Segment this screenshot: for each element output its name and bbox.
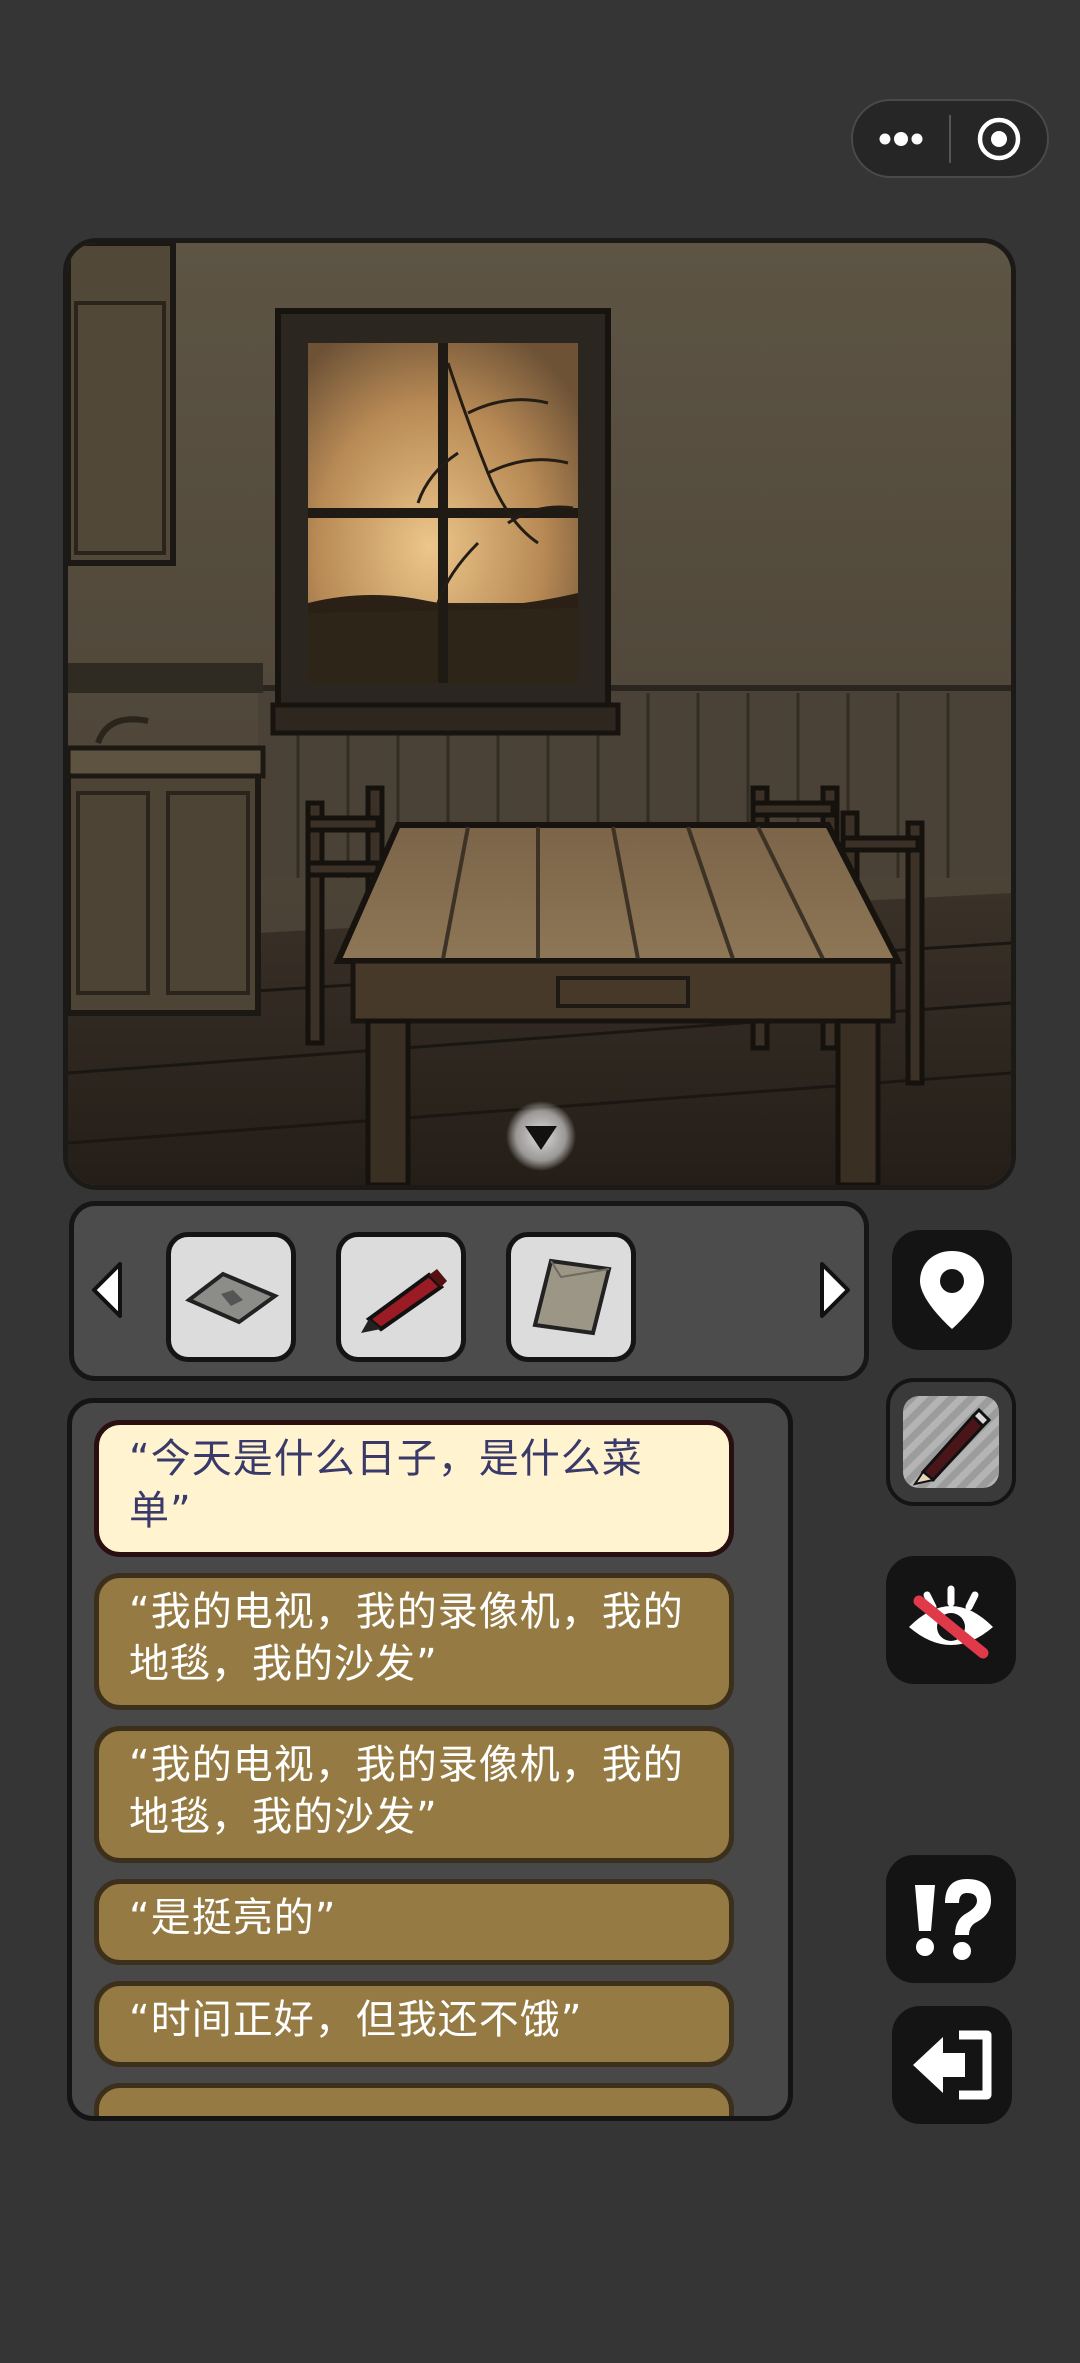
pen-icon <box>361 1269 447 1333</box>
notes-button[interactable] <box>886 1378 1016 1506</box>
pencil-icon <box>903 1396 999 1488</box>
paper-icon <box>532 1258 612 1336</box>
map-button[interactable] <box>892 1230 1012 1350</box>
tile-icon <box>185 1271 280 1325</box>
hide-view-button[interactable] <box>886 1556 1016 1684</box>
exit-button[interactable] <box>892 2006 1012 2124</box>
dialogue-option-text: “今天是什么日子，是什么菜单” <box>129 1436 643 1534</box>
inventory-bar <box>69 1201 869 1381</box>
close-button[interactable] <box>951 101 1047 176</box>
target-circle-icon <box>977 117 1021 160</box>
dialogue-option-text: “我的电视，我的录像机，我的地毯，我的沙发” <box>129 1742 684 1840</box>
scene-toggle-button[interactable] <box>505 1100 577 1172</box>
arrow-left-icon <box>92 1262 122 1318</box>
dialogue-option-3[interactable]: “我的电视，我的录像机，我的地毯，我的沙发” <box>94 1726 734 1863</box>
exit-icon <box>913 2030 992 2100</box>
triangle-down-icon <box>506 1101 576 1171</box>
dialogue-option-text: “我的电视，我的录像机，我的地毯，我的沙发” <box>129 1589 684 1687</box>
dialogue-option-4[interactable]: “是挺亮的” <box>94 1879 734 1965</box>
inventory-slot-1[interactable] <box>166 1232 296 1362</box>
mini-program-capsule <box>851 99 1049 178</box>
arrow-right-icon <box>820 1262 850 1318</box>
inventory-next-button[interactable] <box>814 1258 854 1322</box>
kitchen-scene <box>68 243 1011 1185</box>
dialogue-options-panel: “今天是什么日子，是什么菜单” “我的电视，我的录像机，我的地毯，我的沙发” “… <box>67 1398 793 2121</box>
eye-crossed-icon <box>909 1585 993 1659</box>
dialogue-option-text: “时间正好，但我还不饿” <box>129 1997 583 2043</box>
hint-button[interactable] <box>886 1855 1016 1983</box>
dialogue-option-6[interactable] <box>94 2083 734 2116</box>
dialogue-option-2[interactable]: “我的电视，我的录像机，我的地毯，我的沙发” <box>94 1573 734 1710</box>
dialogue-option-text: “是挺亮的” <box>129 1895 337 1941</box>
map-pin-icon <box>920 1251 984 1329</box>
dialogue-option-1[interactable]: “今天是什么日子，是什么菜单” <box>94 1420 734 1557</box>
more-dots-icon <box>879 131 923 146</box>
inventory-slot-3[interactable] <box>506 1232 636 1362</box>
scene-view[interactable] <box>63 238 1016 1190</box>
hint-icon <box>915 1879 991 1960</box>
more-button[interactable] <box>853 101 949 176</box>
dialogue-option-5[interactable]: “时间正好，但我还不饿” <box>94 1981 734 2067</box>
inventory-slot-2[interactable] <box>336 1232 466 1362</box>
inventory-prev-button[interactable] <box>88 1258 128 1322</box>
